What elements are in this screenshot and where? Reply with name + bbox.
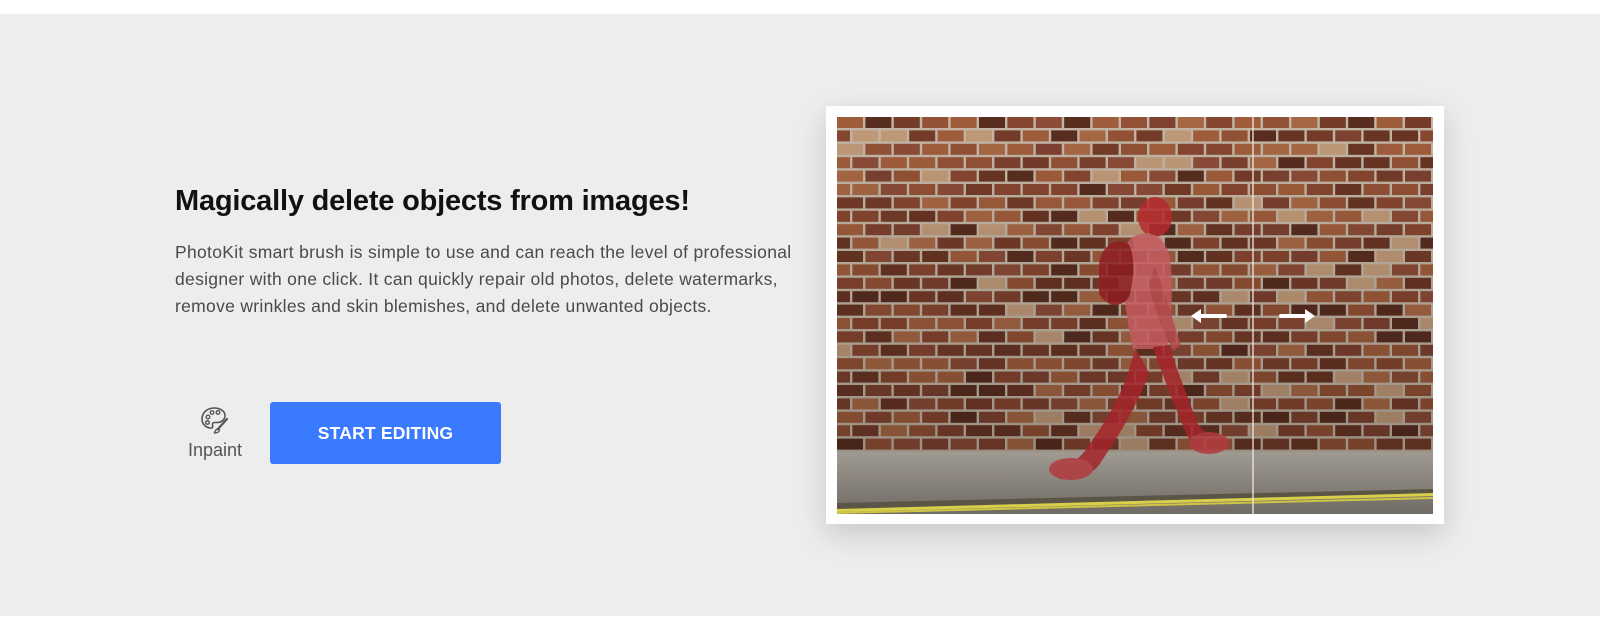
mask-back-shoe bbox=[1049, 458, 1093, 480]
start-editing-button[interactable]: START EDITING bbox=[270, 402, 501, 464]
inpaint-label: Inpaint bbox=[187, 440, 243, 460]
mask-head bbox=[1138, 197, 1172, 237]
before-after-preview[interactable] bbox=[837, 117, 1433, 514]
top-strip bbox=[0, 0, 1600, 14]
page-title: Magically delete objects from images! bbox=[175, 185, 690, 217]
mask-front-shoe bbox=[1189, 432, 1229, 454]
inpaint-tool[interactable]: Inpaint bbox=[182, 404, 248, 461]
photo-scene bbox=[837, 117, 1433, 514]
palette-brush-icon bbox=[199, 404, 231, 436]
preview-frame bbox=[826, 106, 1444, 524]
feature-description: PhotoKit smart brush is simple to use an… bbox=[175, 242, 792, 316]
mask-backpack bbox=[1099, 241, 1134, 305]
